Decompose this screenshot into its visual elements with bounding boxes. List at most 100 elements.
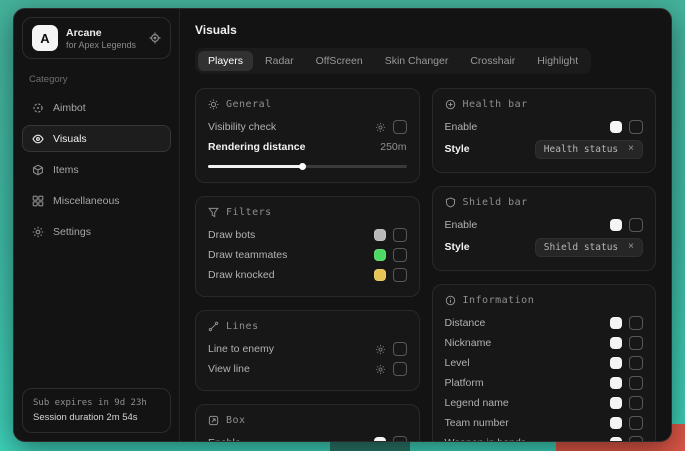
legend-name-checkbox[interactable] — [629, 396, 643, 410]
color-swatch[interactable] — [374, 249, 386, 261]
box-icon — [208, 415, 219, 426]
color-swatch[interactable] — [610, 121, 622, 133]
sidebar-item-items[interactable]: Items — [22, 156, 171, 183]
panel-header: Box — [208, 415, 407, 426]
gear-icon[interactable] — [375, 122, 386, 133]
target-icon[interactable] — [149, 32, 161, 44]
color-swatch[interactable] — [610, 317, 622, 329]
setting-row-legend-name: Legend name — [445, 393, 644, 413]
gear-icon[interactable] — [375, 344, 386, 355]
sidebar-item-aimbot[interactable]: Aimbot — [22, 94, 171, 121]
tab-highlight[interactable]: Highlight — [527, 51, 588, 71]
brand-text: Arcane for Apex Legends — [66, 27, 136, 50]
sidebar-item-label: Aimbot — [53, 102, 86, 114]
nickname-checkbox[interactable] — [629, 336, 643, 350]
color-swatch[interactable] — [610, 337, 622, 349]
info-icon — [445, 295, 456, 306]
brand-card: A Arcane for Apex Legends — [22, 17, 171, 59]
setting-row-health-style: Style Health status × — [445, 137, 644, 161]
session-duration-text: Session duration 2m 54s — [33, 412, 160, 423]
close-icon[interactable]: × — [628, 242, 634, 252]
setting-label: View line — [208, 363, 375, 375]
tab-skin-changer[interactable]: Skin Changer — [375, 51, 459, 71]
color-swatch[interactable] — [610, 417, 622, 429]
setting-label: Legend name — [445, 397, 611, 409]
subscription-card: Sub expires in 9d 23h Session duration 2… — [22, 388, 171, 433]
content: General Visibility check — [195, 88, 656, 441]
setting-label: Enable — [445, 219, 611, 231]
panel-title: Health bar — [463, 99, 528, 110]
panel-box: Box Enable Enable background — [195, 404, 420, 441]
color-swatch[interactable] — [610, 357, 622, 369]
health-icon — [445, 99, 456, 110]
platform-checkbox[interactable] — [629, 376, 643, 390]
setting-label: Draw knocked — [208, 269, 374, 281]
setting-row-level: Level — [445, 353, 644, 373]
view-line-checkbox[interactable] — [393, 362, 407, 376]
sidebar-item-settings[interactable]: Settings — [22, 218, 171, 245]
color-swatch[interactable] — [374, 269, 386, 281]
setting-label: Nickname — [445, 337, 611, 349]
health-style-select[interactable]: Health status × — [535, 140, 643, 159]
shield-enable-checkbox[interactable] — [629, 218, 643, 232]
setting-row-line-to-enemy: Line to enemy — [208, 339, 407, 359]
color-swatch[interactable] — [610, 377, 622, 389]
app-subtitle: for Apex Legends — [66, 40, 136, 50]
tab-offscreen[interactable]: OffScreen — [306, 51, 373, 71]
sidebar-item-label: Visuals — [53, 133, 87, 145]
color-swatch[interactable] — [610, 437, 622, 441]
panel-shield-bar: Shield bar Enable Style Shield status — [432, 186, 657, 271]
sidebar-item-miscellaneous[interactable]: Miscellaneous — [22, 187, 171, 214]
panel-header: Lines — [208, 321, 407, 332]
tab-crosshair[interactable]: Crosshair — [460, 51, 525, 71]
color-swatch[interactable] — [610, 397, 622, 409]
draw-knocked-checkbox[interactable] — [393, 268, 407, 282]
cube-icon — [32, 164, 44, 176]
panel-header: Health bar — [445, 99, 644, 110]
panel-header: Shield bar — [445, 197, 644, 208]
app-window: A Arcane for Apex Legends Category Aimbo… — [13, 8, 672, 442]
rendering-distance-slider[interactable] — [208, 165, 407, 168]
close-icon[interactable]: × — [628, 144, 634, 154]
app-logo: A — [32, 25, 58, 51]
setting-label: Rendering distance — [208, 141, 380, 153]
health-enable-checkbox[interactable] — [629, 120, 643, 134]
line-to-enemy-checkbox[interactable] — [393, 342, 407, 356]
color-swatch[interactable] — [374, 437, 386, 441]
distance-checkbox[interactable] — [629, 316, 643, 330]
setting-row-team-number: Team number — [445, 413, 644, 433]
shield-style-select[interactable]: Shield status × — [535, 238, 643, 257]
setting-label: Style — [445, 241, 535, 253]
setting-row-health-enable: Enable — [445, 117, 644, 137]
setting-row-nickname: Nickname — [445, 333, 644, 353]
visibility-check-checkbox[interactable] — [393, 120, 407, 134]
setting-label: Level — [445, 357, 611, 369]
weapon-in-hands-checkbox[interactable] — [629, 436, 643, 441]
level-checkbox[interactable] — [629, 356, 643, 370]
team-number-checkbox[interactable] — [629, 416, 643, 430]
tab-players[interactable]: Players — [198, 51, 253, 71]
draw-teammates-checkbox[interactable] — [393, 248, 407, 262]
color-swatch[interactable] — [374, 229, 386, 241]
gear-icon[interactable] — [375, 364, 386, 375]
setting-label: Enable — [208, 437, 374, 441]
line-icon — [208, 321, 219, 332]
setting-label: Weapon in hands — [445, 437, 611, 441]
slider-knob[interactable] — [299, 163, 306, 170]
panel-lines: Lines Line to enemy — [195, 310, 420, 391]
draw-bots-checkbox[interactable] — [393, 228, 407, 242]
sidebar-item-visuals[interactable]: Visuals — [22, 125, 171, 152]
setting-label: Line to enemy — [208, 343, 375, 355]
sub-expires-text: Sub expires in 9d 23h — [33, 398, 160, 408]
setting-row-weapon-in-hands: Weapon in hands — [445, 433, 644, 441]
crosshair-icon — [32, 102, 44, 114]
sidebar-item-label: Settings — [53, 226, 91, 238]
panel-title: General — [226, 99, 272, 110]
panel-title: Box — [226, 415, 246, 426]
tab-radar[interactable]: Radar — [255, 51, 304, 71]
setting-label: Enable — [445, 121, 611, 133]
color-swatch[interactable] — [610, 219, 622, 231]
box-enable-checkbox[interactable] — [393, 436, 407, 441]
panel-title: Information — [463, 295, 535, 306]
setting-row-visibility-check: Visibility check — [208, 117, 407, 137]
